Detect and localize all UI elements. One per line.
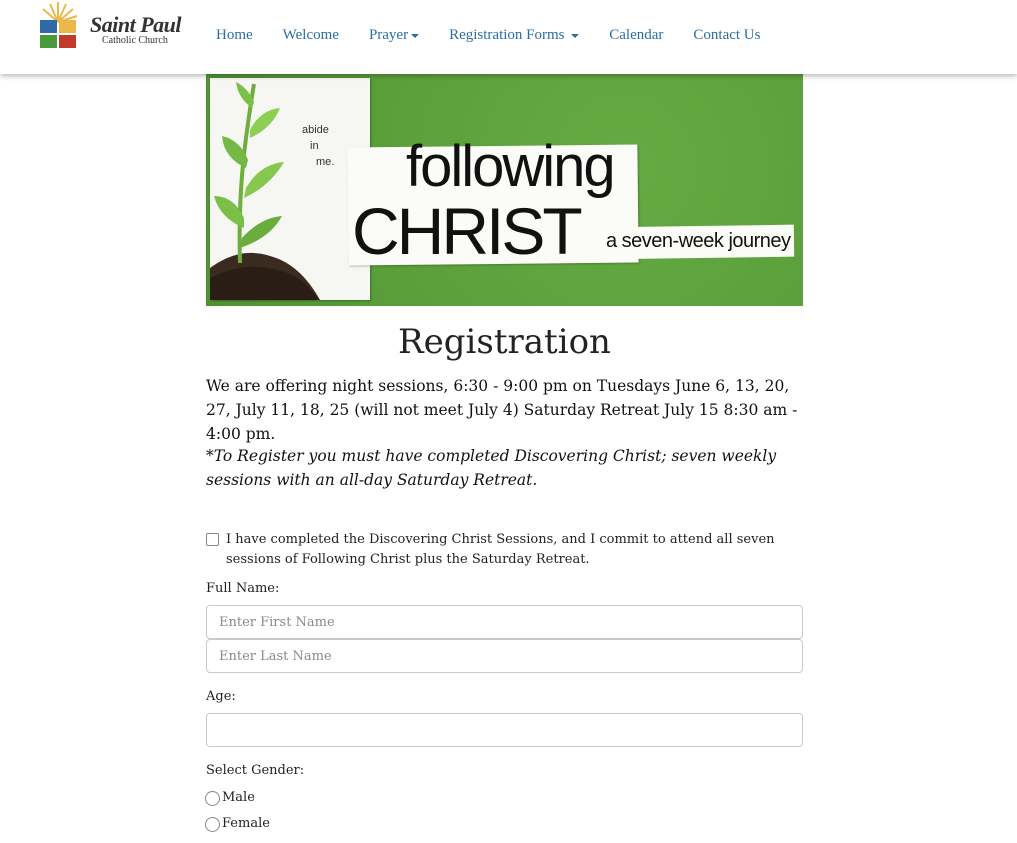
- nav-contact-us[interactable]: Contact Us: [693, 0, 760, 74]
- nav-contact-us-label: Contact Us: [693, 27, 761, 43]
- commit-checkbox-label: I have completed the Discovering Christ …: [226, 532, 775, 567]
- nav-prayer[interactable]: Prayer: [368, 0, 420, 74]
- female-radio-label: Female: [222, 816, 270, 831]
- age-label: Age:: [206, 689, 236, 704]
- nav-calendar[interactable]: Calendar: [609, 0, 663, 74]
- top-navbar: Saint Paul Catholic Church Home Welcome …: [0, 0, 1017, 74]
- banner-plant-card: abide in me.: [210, 78, 370, 300]
- church-logo-icon: [40, 2, 78, 48]
- nav-registration-forms-label: Registration Forms: [449, 27, 565, 43]
- full-name-label: Full Name:: [206, 581, 280, 596]
- nav-registration-forms[interactable]: Registration Forms: [449, 0, 580, 74]
- prerequisite-note: *To Register you must have completed Dis…: [206, 447, 777, 489]
- caret-down-icon: [411, 33, 420, 38]
- banner-title-christ: CHRIST: [352, 194, 583, 268]
- nav-calendar-label: Calendar: [609, 27, 664, 43]
- banner-abide-3: me.: [316, 156, 335, 168]
- logo-subtitle: Catholic Church: [102, 35, 168, 46]
- caret-down-icon: [571, 33, 580, 38]
- main-nav: Home Welcome Prayer Registration Forms C…: [216, 0, 790, 74]
- female-radio[interactable]: [205, 817, 220, 832]
- nav-welcome[interactable]: Welcome: [283, 0, 339, 74]
- following-christ-banner: abide in me. following CHRIST a seven-we…: [206, 74, 803, 306]
- male-radio[interactable]: [205, 791, 220, 806]
- banner-title-following: following: [406, 134, 616, 199]
- nav-welcome-label: Welcome: [282, 27, 339, 43]
- nav-home[interactable]: Home: [216, 0, 253, 74]
- age-input[interactable]: [206, 713, 803, 747]
- banner-abide-1: abide: [302, 124, 329, 136]
- intro-text: We are offering night sessions, 6:30 - 9…: [206, 377, 798, 443]
- male-radio-label: Male: [222, 790, 255, 805]
- nav-home-label: Home: [216, 27, 253, 43]
- banner-abide-2: in: [310, 140, 319, 152]
- first-name-input[interactable]: [206, 605, 803, 639]
- commit-checkbox[interactable]: [206, 533, 219, 546]
- site-logo[interactable]: Saint Paul Catholic Church: [36, 0, 186, 52]
- gender-label: Select Gender:: [206, 763, 305, 778]
- plant-illustration: [210, 82, 320, 300]
- banner-subtitle: a seven-week journey: [606, 230, 791, 252]
- last-name-input[interactable]: [206, 639, 803, 673]
- nav-prayer-label: Prayer: [368, 27, 409, 43]
- page-title: Registration: [398, 322, 611, 362]
